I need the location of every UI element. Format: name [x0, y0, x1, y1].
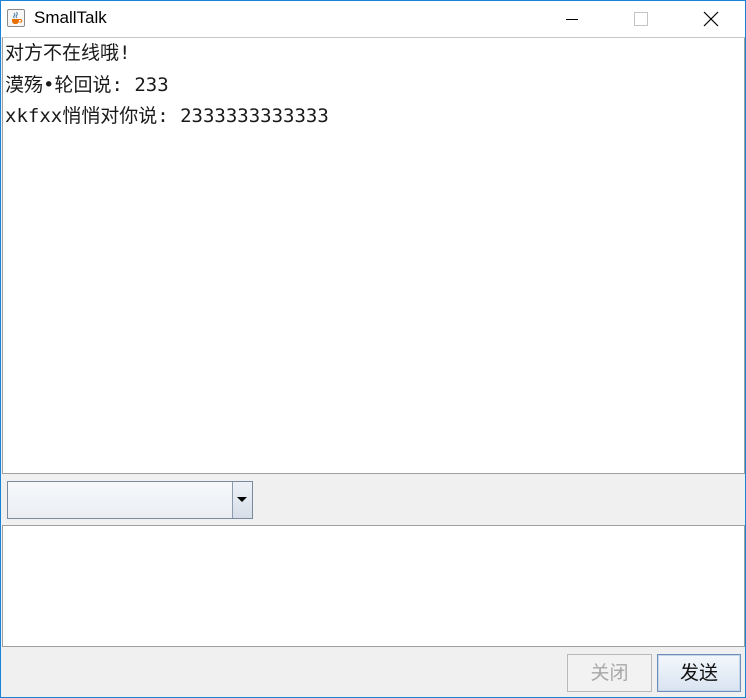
- chat-message: 漠殇•轮回说: 233: [5, 74, 169, 96]
- recipient-select-value[interactable]: [8, 482, 234, 518]
- close-window-button[interactable]: [687, 1, 733, 37]
- chat-message: 对方不在线哦!: [5, 42, 131, 64]
- close-chat-button[interactable]: 关闭: [567, 654, 652, 692]
- recipient-select[interactable]: [7, 481, 253, 519]
- window-title: SmallTalk: [34, 8, 107, 27]
- dropdown-arrow-icon: [237, 497, 247, 502]
- message-input[interactable]: [2, 525, 745, 647]
- maximize-button[interactable]: [617, 1, 663, 37]
- title-bar[interactable]: SmallTalk: [1, 1, 745, 37]
- chat-message: xkfxx悄悄对你说: 2333333333333: [5, 105, 329, 127]
- dropdown-button[interactable]: [232, 482, 252, 518]
- minimize-button[interactable]: [549, 1, 595, 37]
- chat-history[interactable]: 对方不在线哦! 漠殇•轮回说: 233 xkfxx悄悄对你说: 23333333…: [2, 37, 745, 474]
- minimize-icon: [566, 19, 578, 20]
- java-coffee-icon[interactable]: [7, 9, 25, 27]
- send-button[interactable]: 发送: [657, 654, 741, 692]
- maximize-icon: [634, 12, 648, 26]
- close-icon: [703, 11, 719, 27]
- app-window: SmallTalk 对方不在线哦! 漠殇•轮回说: 233 xkfxx悄悄对你说…: [0, 0, 746, 698]
